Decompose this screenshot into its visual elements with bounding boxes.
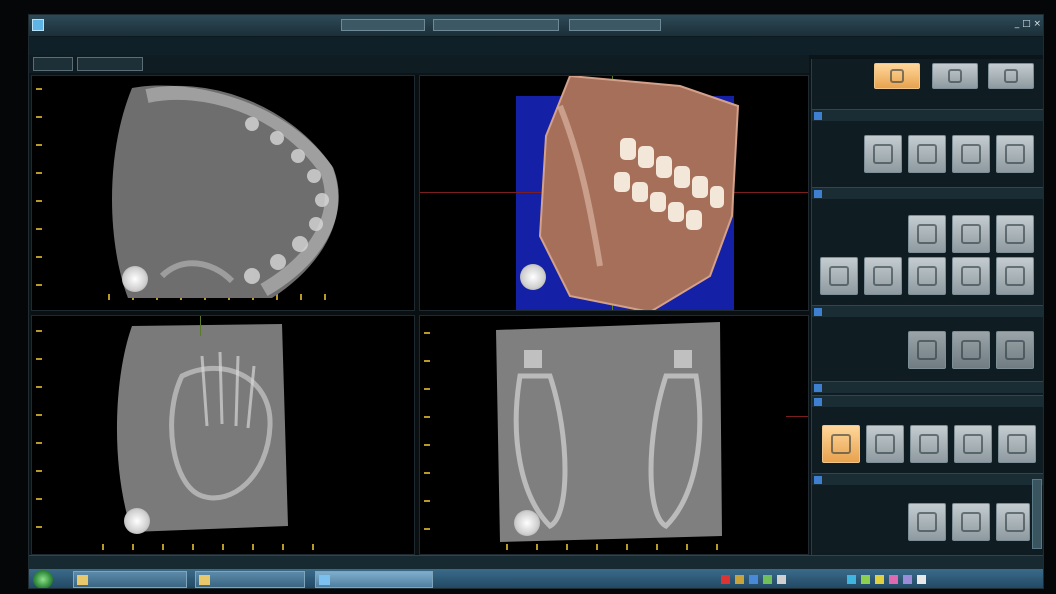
mode-button-3[interactable] [988, 63, 1034, 89]
section-header-4[interactable] [812, 381, 1043, 393]
mode-button-1[interactable] [874, 63, 920, 89]
sagittal-view[interactable] [31, 315, 415, 555]
slice-button-3[interactable] [996, 331, 1034, 369]
taskbar-item-1[interactable] [73, 571, 187, 588]
section-header-6[interactable] [812, 473, 1043, 485]
application-window: _ □ × [28, 14, 1044, 589]
section-header-5[interactable] [812, 395, 1043, 407]
crosshair-marker [200, 316, 201, 336]
app-icon [32, 19, 44, 31]
3d-volume-view[interactable] [419, 75, 809, 311]
view-button-7[interactable] [952, 257, 990, 295]
tray-icon[interactable] [847, 575, 856, 584]
view-tab-2[interactable] [77, 57, 143, 71]
tool-panel [811, 59, 1043, 559]
taskbar-item-2[interactable] [195, 571, 305, 588]
tray-icon[interactable] [917, 575, 926, 584]
tool-button-4[interactable] [954, 425, 992, 463]
title-bar[interactable]: _ □ × [29, 15, 1043, 37]
layout-button-1[interactable] [864, 135, 902, 173]
section-header-3[interactable] [812, 305, 1043, 317]
tray-icon[interactable] [749, 575, 758, 584]
view-tab-row [29, 55, 809, 73]
tray-icon[interactable] [875, 575, 884, 584]
tray-icon[interactable] [903, 575, 912, 584]
view-button-1[interactable] [908, 215, 946, 253]
coronal-slice-image [496, 322, 722, 542]
tool-button-3[interactable] [910, 425, 948, 463]
orientation-marker [124, 508, 150, 534]
tool-button-2[interactable] [866, 425, 904, 463]
menu-bar [29, 37, 1043, 55]
section-header-1[interactable] [812, 109, 1043, 121]
3d-render-image [538, 76, 740, 310]
extra-button-1[interactable] [908, 503, 946, 541]
folder-icon [77, 575, 88, 585]
tool-button-5[interactable] [998, 425, 1036, 463]
section-header-2[interactable] [812, 187, 1043, 199]
view-button-8[interactable] [996, 257, 1034, 295]
mode-button-2[interactable] [932, 63, 978, 89]
title-segment [341, 19, 425, 31]
orientation-marker [520, 264, 546, 290]
orientation-marker [122, 266, 148, 292]
view-button-5[interactable] [864, 257, 902, 295]
axial-view[interactable] [31, 75, 415, 311]
start-button[interactable] [33, 570, 53, 588]
layout-button-3[interactable] [952, 135, 990, 173]
sagittal-slice-image [116, 324, 289, 532]
slice-button-2[interactable] [952, 331, 990, 369]
slice-button-1[interactable] [908, 331, 946, 369]
measure-tool-button[interactable] [822, 425, 860, 463]
extra-button-3[interactable] [996, 503, 1030, 541]
tray-icon[interactable] [861, 575, 870, 584]
tray-icon[interactable] [763, 575, 772, 584]
title-segment [433, 19, 559, 31]
taskbar [29, 569, 1043, 588]
panel-scrollbar[interactable] [1032, 479, 1042, 549]
tray-icon[interactable] [735, 575, 744, 584]
tray-icon[interactable] [721, 575, 730, 584]
axial-slice-image [112, 85, 339, 298]
zoom-tool-button[interactable] [996, 135, 1034, 173]
app-icon [319, 575, 330, 585]
viewport-grid [31, 75, 809, 555]
tray-icon[interactable] [889, 575, 898, 584]
status-bar [29, 555, 1043, 569]
view-button-2[interactable] [952, 215, 990, 253]
layout-button-2[interactable] [908, 135, 946, 173]
coronal-view[interactable] [419, 315, 809, 555]
view-button-4[interactable] [820, 257, 858, 295]
extra-button-2[interactable] [952, 503, 990, 541]
view-button-6[interactable] [908, 257, 946, 295]
folder-icon [199, 575, 210, 585]
view-tab-1[interactable] [33, 57, 73, 71]
window-controls[interactable]: _ □ × [1015, 19, 1041, 29]
title-segment [569, 19, 661, 31]
tray-icon[interactable] [777, 575, 786, 584]
taskbar-item-3[interactable] [315, 571, 433, 588]
orientation-marker [514, 510, 540, 536]
view-button-3[interactable] [996, 215, 1034, 253]
